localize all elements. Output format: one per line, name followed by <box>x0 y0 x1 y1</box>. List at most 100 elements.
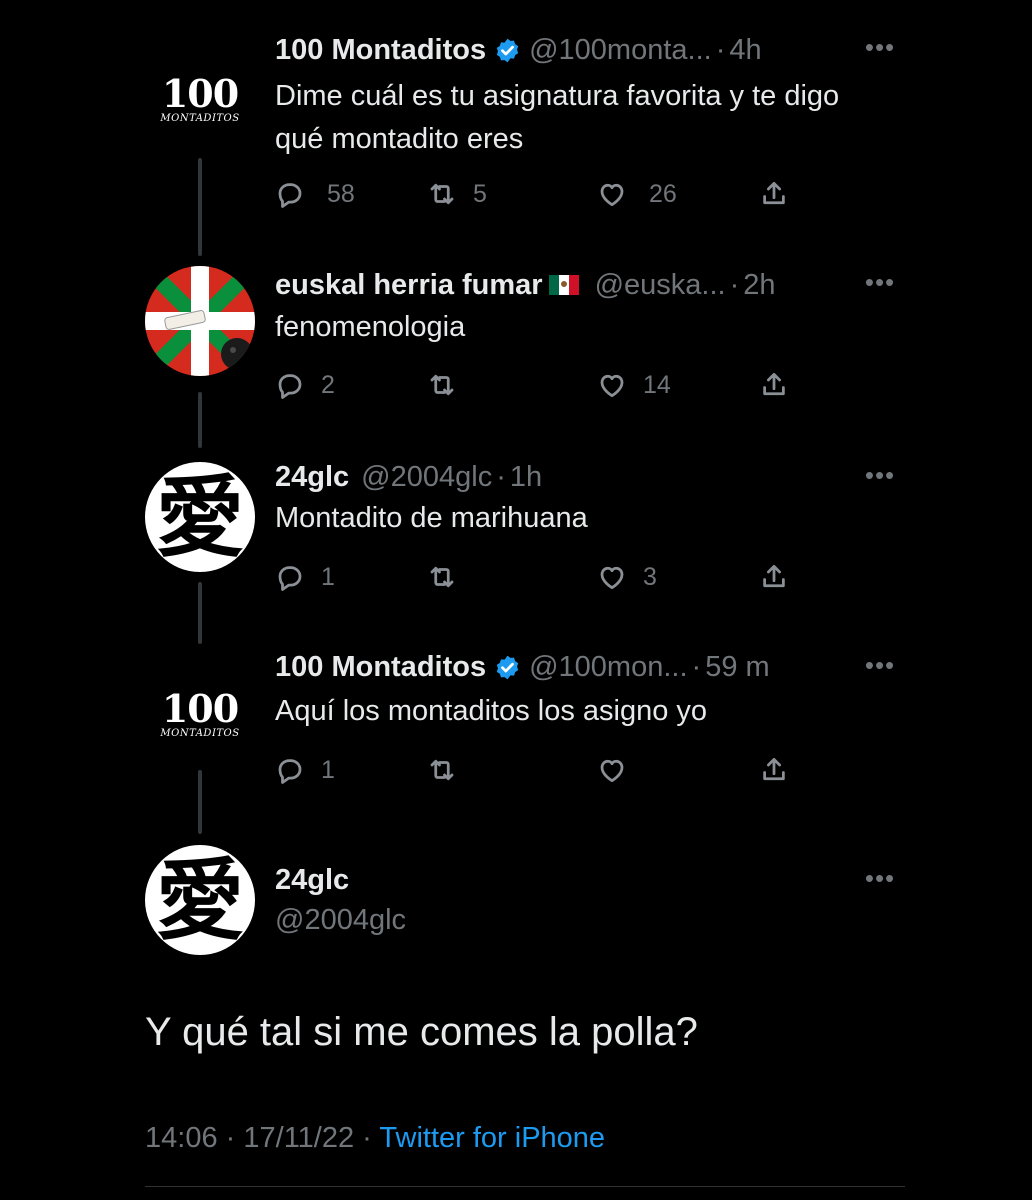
tweet-metadata: 14:06 · 17/11/22 · Twitter for iPhone <box>145 1122 605 1155</box>
logo-number: 100 <box>161 685 239 731</box>
action-bar: 1 <box>275 750 795 790</box>
like-button[interactable] <box>597 750 649 790</box>
tweet-header: 100 Montaditos @100monta... · 4h <box>275 30 842 70</box>
retweet-button[interactable] <box>427 750 479 790</box>
retweet-icon <box>430 566 454 588</box>
reply-count: 58 <box>327 179 355 208</box>
tweet-header: euskal herria fumar @euska... · 2h <box>275 265 842 305</box>
logo-wordmark: MONTADITOS <box>160 112 240 124</box>
retweet-count: 5 <box>473 179 487 208</box>
tweet-text: Aquí los montaditos los asigno yo <box>275 695 708 727</box>
montaditos-logo: 100 MONTADITOS <box>145 45 255 155</box>
reply-icon <box>278 566 302 591</box>
retweet-button[interactable] <box>427 557 479 597</box>
tweet-text: Montadito de marihuana <box>275 502 588 534</box>
retweet-icon <box>430 759 454 781</box>
source-link[interactable]: Twitter for iPhone <box>379 1122 605 1154</box>
logo-wordmark: MONTADITOS <box>160 727 240 739</box>
timestamp[interactable]: 2h <box>743 269 775 302</box>
display-name[interactable]: 100 Montaditos <box>275 651 486 684</box>
action-bar: 1 3 <box>275 557 795 597</box>
avatar[interactable]: 100 MONTADITOS <box>145 660 255 770</box>
reply-icon <box>278 183 302 208</box>
kanji-glyph: 愛 <box>155 465 244 569</box>
kanji-glyph: 愛 <box>155 848 244 952</box>
like-button[interactable]: 26 <box>597 174 677 214</box>
timestamp[interactable]: 4h <box>729 34 761 67</box>
more-icon[interactable]: ••• <box>860 269 900 302</box>
handle[interactable]: @2004glc <box>275 904 406 937</box>
verified-badge-icon <box>496 38 519 62</box>
more-icon[interactable]: ••• <box>860 34 900 67</box>
timestamp[interactable]: 59 m <box>705 651 769 684</box>
display-name[interactable]: euskal herria fumar <box>275 269 543 302</box>
tweet-text: fenomenologia <box>275 311 466 343</box>
tweet[interactable]: 100 MONTADITOS 100 Montaditos @100mon...… <box>0 640 1032 830</box>
separator: · <box>715 33 726 66</box>
separator: · <box>362 1122 372 1154</box>
like-count: 3 <box>643 562 657 591</box>
reply-button[interactable]: 1 <box>275 557 335 597</box>
reply-icon <box>278 374 302 399</box>
tweet-header: 24glc @2004glc · 1h <box>275 457 842 497</box>
reply-count: 1 <box>321 562 335 591</box>
action-bar: 2 14 <box>275 365 795 405</box>
tweet-date: 17/11/22 <box>243 1122 355 1154</box>
action-bar: 58 5 26 <box>275 174 795 214</box>
like-button[interactable]: 3 <box>597 557 657 597</box>
separator: · <box>691 650 702 683</box>
avatar[interactable]: 100 MONTADITOS <box>145 45 255 155</box>
tweet[interactable]: euskal herria fumar @euska... · 2h ••• f… <box>0 250 1032 440</box>
separator: · <box>729 268 740 301</box>
avatar[interactable]: 愛 <box>145 462 255 572</box>
display-name[interactable]: 24glc <box>275 461 349 494</box>
share-button[interactable] <box>759 365 789 405</box>
display-name[interactable]: 100 Montaditos <box>275 34 486 67</box>
like-icon <box>600 759 624 782</box>
like-icon <box>600 183 624 206</box>
more-icon[interactable]: ••• <box>860 462 900 495</box>
reply-count: 1 <box>321 755 335 784</box>
like-icon <box>600 374 624 397</box>
reply-button[interactable]: 58 <box>275 174 355 214</box>
tweet-header: 100 Montaditos @100mon... · 59 m <box>275 647 842 687</box>
more-icon[interactable]: ••• <box>860 652 900 685</box>
like-button[interactable]: 14 <box>597 365 671 405</box>
like-icon <box>600 566 624 589</box>
verified-badge-icon <box>496 655 519 679</box>
share-button[interactable] <box>759 557 789 597</box>
share-button[interactable] <box>759 174 789 214</box>
tweet-time: 14:06 <box>145 1122 218 1154</box>
reply-button[interactable]: 2 <box>275 365 335 405</box>
reply-button[interactable]: 1 <box>275 750 335 790</box>
tweet-text: Dime cuál es tu asignatura favorita y te… <box>275 80 840 155</box>
reply-count: 2 <box>321 370 335 399</box>
handle[interactable]: @euska... <box>595 269 726 302</box>
more-icon[interactable]: ••• <box>860 865 900 898</box>
handle[interactable]: @100monta... <box>529 34 712 67</box>
handle[interactable]: @2004glc <box>361 461 492 494</box>
share-icon <box>763 182 785 205</box>
divider <box>145 1186 905 1187</box>
display-name[interactable]: 24glc <box>275 864 349 897</box>
logo-number: 100 <box>161 70 239 116</box>
retweet-button[interactable] <box>427 365 479 405</box>
share-button[interactable] <box>759 750 789 790</box>
mexico-flag-icon <box>548 275 579 295</box>
retweet-button[interactable]: 5 <box>427 174 487 214</box>
handle[interactable]: @100mon... <box>529 651 687 684</box>
like-count: 14 <box>643 370 671 399</box>
tweet[interactable]: 100 MONTADITOS 100 Montaditos @100monta.… <box>0 0 1032 240</box>
avatar[interactable] <box>145 266 255 376</box>
avatar[interactable]: 愛 <box>145 845 255 955</box>
ikurrina-avatar-icon <box>145 266 255 376</box>
tweet-text: Y qué tal si me comes la polla? <box>145 1010 698 1054</box>
like-count: 26 <box>649 179 677 208</box>
timestamp[interactable]: 1h <box>510 461 542 494</box>
tweet[interactable]: 愛 24glc @2004glc · 1h ••• Montadito de m… <box>0 445 1032 635</box>
montaditos-logo: 100 MONTADITOS <box>145 660 255 770</box>
separator: · <box>496 460 506 493</box>
tweet-thread: 100 MONTADITOS 100 Montaditos @100monta.… <box>0 0 1032 1200</box>
reply-icon <box>278 759 302 784</box>
retweet-icon <box>430 183 454 205</box>
